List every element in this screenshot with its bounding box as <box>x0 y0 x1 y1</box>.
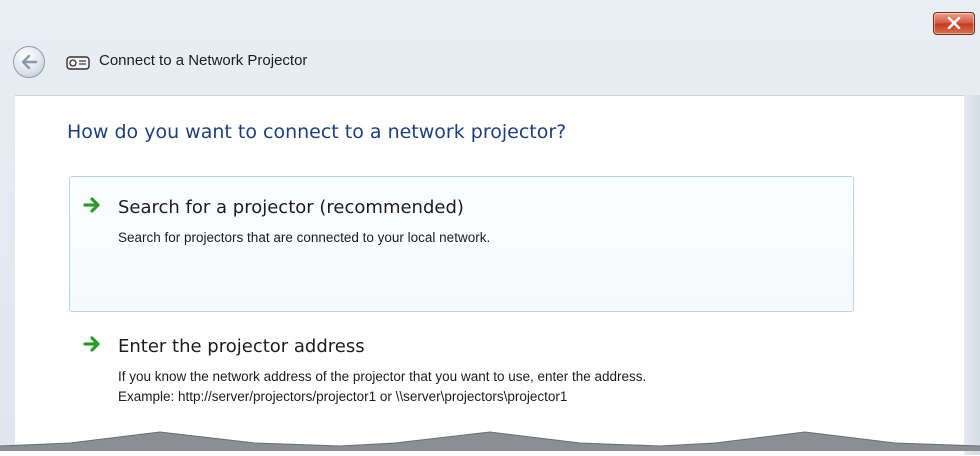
back-arrow-icon <box>21 54 38 70</box>
close-button[interactable] <box>933 12 975 35</box>
option-address-title[interactable]: Enter the projector address <box>118 336 365 357</box>
back-button[interactable] <box>13 46 45 78</box>
option-search-title[interactable]: Search for a projector (recommended) <box>118 197 464 218</box>
title-bar: Connect to a Network Projector <box>0 0 980 95</box>
page-heading: How do you want to connect to a network … <box>67 121 567 143</box>
green-arrow-icon <box>83 336 100 352</box>
window-side-edge <box>964 95 980 455</box>
green-arrow-icon <box>83 197 100 213</box>
torn-edge-decoration <box>0 431 980 451</box>
option-search-description: Search for projectors that are connected… <box>118 230 491 245</box>
projector-icon <box>66 56 90 70</box>
close-icon <box>947 17 961 29</box>
option-address-description-line1: If you know the network address of the p… <box>118 369 647 384</box>
option-address-description-line2: Example: http://server/projectors/projec… <box>118 389 568 404</box>
window-title: Connect to a Network Projector <box>99 52 308 69</box>
